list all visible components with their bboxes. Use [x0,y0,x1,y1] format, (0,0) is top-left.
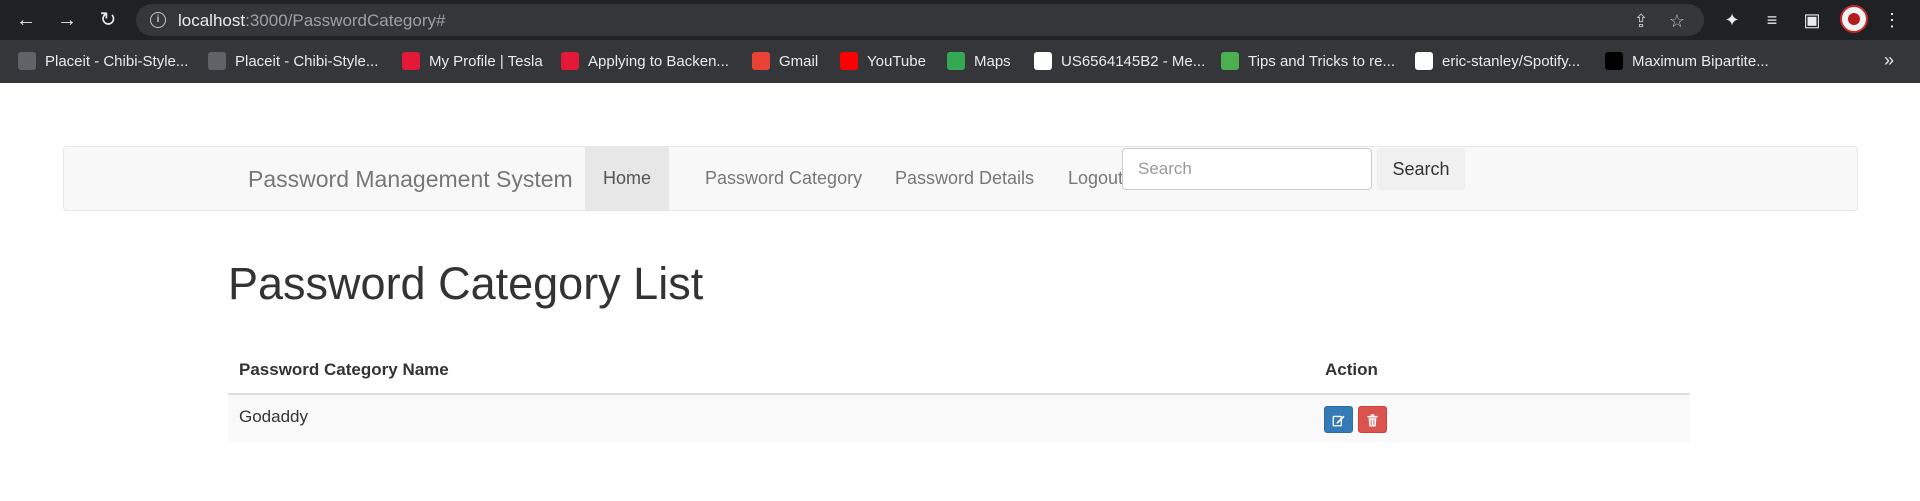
more-bookmarks-icon[interactable]: » [1884,50,1894,71]
share-icon[interactable]: ⇪ [1630,10,1652,32]
youtube-icon [840,52,858,70]
gmail-icon [752,52,770,70]
bookmark-label: Tips and Tricks to re... [1248,52,1395,70]
bookmark-label: US6564145B2 - Me... [1061,52,1206,70]
bookmark-item[interactable]: Maximum Bipartite... [1605,50,1769,72]
edit-button[interactable] [1324,406,1353,433]
bookmark-label: Gmail [779,52,819,70]
category-name-cell: Godaddy [239,407,308,426]
github-icon [1415,52,1433,70]
tesla-icon [402,52,420,70]
bookmark-label: Placeit - Chibi-Style... [45,52,189,70]
url-path: :3000/PasswordCategory# [245,11,446,30]
tips-icon [1221,52,1239,70]
bookmark-item[interactable]: My Profile | Tesla [402,50,543,72]
placeit-icon [18,52,36,70]
address-bar[interactable]: i localhost:3000/PasswordCategory# ⇪ ☆ [136,4,1704,36]
bookmark-item[interactable]: Placeit - Chibi-Style... [208,50,378,72]
bookmark-item[interactable]: Placeit - Chibi-Style... [18,50,188,72]
bookmark-item[interactable]: Gmail [752,50,818,72]
nav-home[interactable]: Home [585,147,670,210]
delete-button[interactable] [1358,406,1387,433]
bookmark-label: Applying to Backen... [588,52,729,70]
forward-arrow-icon[interactable]: → [53,6,81,34]
bookmark-star-icon[interactable]: ☆ [1666,10,1688,32]
browser-toolbar: ← → ↻ i localhost:3000/PasswordCategory#… [0,0,1920,40]
placeit-icon [208,52,226,70]
google-icon [1034,52,1052,70]
url-host: localhost [178,11,246,30]
bookmark-item[interactable]: US6564145B2 - Me... [1034,50,1205,72]
bookmark-item[interactable]: eric-stanley/Spotify... [1415,50,1580,72]
nav-password-details[interactable]: Password Details [877,147,1052,210]
table-row: Godaddy [228,395,1690,442]
column-header-name: Password Category Name [239,360,449,379]
trash-icon [1367,414,1378,427]
bookmark-item[interactable]: Applying to Backen... [561,50,729,72]
brand-title[interactable]: Password Management System [248,166,573,193]
bookmark-label: eric-stanley/Spotify... [1442,52,1581,70]
tesla-icon [561,52,579,70]
url-text[interactable]: localhost:3000/PasswordCategory# [178,11,445,31]
reload-icon[interactable]: ↻ [94,6,122,34]
search-button[interactable]: Search [1377,148,1465,190]
back-arrow-icon[interactable]: ← [12,6,40,34]
menu-kebab-icon[interactable]: ⋮ [1880,8,1904,32]
extensions-icon[interactable]: ✦ [1720,8,1744,32]
bookmark-label: Maximum Bipartite... [1632,52,1769,70]
app-navbar: Password Management System Home Password… [63,146,1858,211]
bookmark-item[interactable]: Maps [947,50,1011,72]
bookmark-label: Placeit - Chibi-Style... [235,52,379,70]
bookmark-label: My Profile | Tesla [429,52,543,70]
media-queue-icon[interactable]: ≡ [1760,8,1784,32]
site-info-icon[interactable]: i [150,12,166,28]
bookmark-label: Maps [974,52,1011,70]
search-input[interactable] [1122,148,1372,190]
column-header-action: Action [1325,360,1378,379]
th-icon [1605,52,1623,70]
bookmarks-bar: » Placeit - Chibi-Style... Placeit - Chib… [0,40,1920,83]
edit-icon [1332,415,1345,427]
profile-avatar[interactable] [1840,5,1868,33]
bookmark-item[interactable]: Tips and Tricks to re... [1221,50,1395,72]
bookmark-item[interactable]: YouTube [840,50,926,72]
side-panel-icon[interactable]: ▣ [1800,8,1824,32]
bookmark-label: YouTube [867,52,926,70]
page-title: Password Category List [228,258,704,309]
maps-icon [947,52,965,70]
nav-password-category[interactable]: Password Category [687,147,880,210]
